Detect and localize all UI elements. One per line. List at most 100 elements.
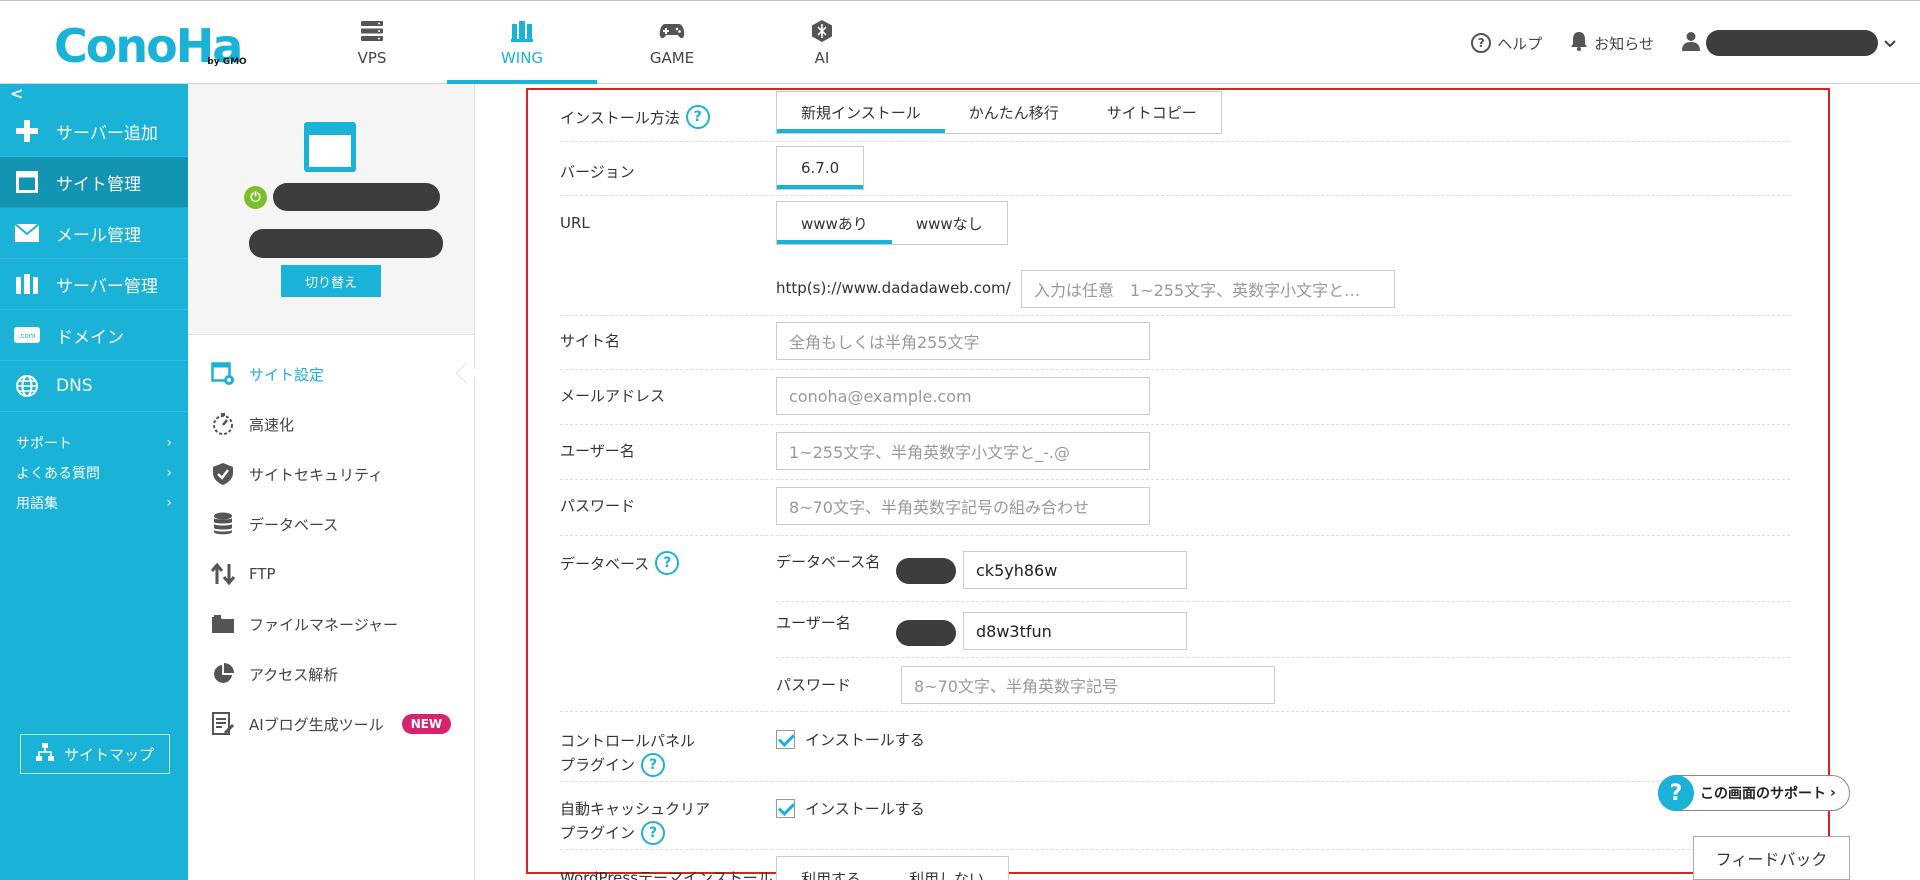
help-question-icon[interactable]: ? [655,551,680,575]
notice-link[interactable]: お知らせ [1570,31,1654,55]
transfer-icon [211,562,235,586]
label-text: ユーザー名 [560,441,635,460]
site-nav-database[interactable]: データベース [188,499,474,549]
seg-label: 新規インストール [801,104,921,122]
sidebar-item-label: サーバー追加 [56,123,158,144]
cp-plugin-checkbox[interactable]: インストールする [776,729,925,750]
chevron-left-icon: < [10,84,24,103]
site-summary: ⏻ 切り替え [188,84,474,335]
db-user-label: ユーザー名 [776,614,851,632]
placeholder-text: 1~255文字、半角英数字小文字と_-.@ [789,443,1070,462]
sidebar-item-site-manage[interactable]: サイト管理 [0,157,188,208]
url-with-www[interactable]: wwwあり [777,202,892,244]
url-without-www[interactable]: wwwなし [892,202,1007,244]
chevron-right-icon: › [1830,785,1836,801]
label-line-wrap: プラグイン? [560,753,695,777]
db-user-input[interactable]: d8w3tfun [963,612,1187,650]
install-method-copy[interactable]: サイトコピー [1083,92,1221,133]
help-question-icon[interactable]: ? [641,821,666,845]
db-password-input[interactable]: 8~70文字、半角英数字記号 [901,666,1275,704]
user-menu[interactable] [1682,30,1896,56]
row-divider [560,479,1790,480]
site-name-input[interactable]: 全角もしくは半角255文字 [776,322,1150,360]
checkbox-checked[interactable] [776,730,795,749]
speed-icon [211,412,235,436]
db-prefix-redacted [896,558,956,584]
row-divider [560,781,1790,782]
user-icon [1682,31,1700,55]
sidebar-collapse-button[interactable]: < [0,84,188,106]
site-nav-label: サイトセキュリティ [249,465,384,484]
username-input[interactable]: 1~255文字、半角英数字小文字と_-.@ [776,432,1150,470]
top-nav-label: AI [814,49,830,67]
notice-label: お知らせ [1594,34,1654,53]
screen-support-button[interactable]: ? この画面のサポート › [1658,775,1850,811]
site-nav-file-manager[interactable]: ファイルマネージャー [188,599,474,649]
sidebar-item-domain[interactable]: .com ドメイン [0,310,188,361]
username-label: ユーザー名 [560,435,635,465]
site-nav-label: データベース [249,515,339,534]
theme-use[interactable]: 利用する [777,857,885,880]
new-badge: NEW [401,714,452,734]
theme-not-use[interactable]: 利用しない [885,857,1008,880]
site-nav-settings[interactable]: サイト設定 [188,349,474,399]
header-right: ? ヘルプ お知らせ [1471,1,1896,85]
sidebar-link-glossary[interactable]: 用語集 › [0,488,188,518]
sidebar-item-mail[interactable]: メール管理 [0,208,188,259]
top-nav-vps[interactable]: VPS [297,1,447,85]
question-icon: ? [1658,775,1694,811]
row-divider [776,657,1790,658]
top-nav-label: GAME [649,49,695,67]
top-nav-ai[interactable]: AI [747,1,897,85]
cache-plugin-checkbox[interactable]: インストールする [776,798,925,819]
sidebar-item-server-manage[interactable]: サーバー管理 [0,259,188,310]
switch-label: 切り替え [304,275,357,291]
sidebar-item-label: メール管理 [56,225,141,246]
chevron-right-icon: › [166,435,172,451]
install-method-new[interactable]: 新規インストール [777,92,945,133]
sidebar-item-label: サーバー管理 [56,276,158,297]
top-nav-game[interactable]: GAME [597,1,747,85]
top-nav-wing[interactable]: WING [447,1,597,85]
url-path-input[interactable]: 入力は任意 1~255文字、英数字小文字と… [1021,270,1395,308]
top-header: ConoHa by GMO VPS WING GAME AI ? ヘルプ お知ら… [0,0,1920,85]
label-text: URL [560,214,590,232]
help-question-icon[interactable]: ? [685,105,710,129]
site-nav-ftp[interactable]: FTP [188,549,474,599]
password-input[interactable]: 8~70文字、半角英数字記号の組み合わせ [776,487,1150,525]
mail-icon [14,220,40,246]
feedback-button[interactable]: フィードバック [1693,836,1850,880]
site-nav-analytics[interactable]: アクセス解析 [188,649,474,699]
sidebar-item-dns[interactable]: DNS [0,361,188,412]
help-question-icon[interactable]: ? [641,753,666,777]
sidebar-link-faq[interactable]: よくある質問 › [0,458,188,488]
seg-label: かんたん移行 [968,104,1059,122]
input-value: d8w3tfun [976,621,1052,641]
row-divider [560,424,1790,425]
db-name-input[interactable]: ck5yh86w [963,551,1187,589]
site-nav-label: ファイルマネージャー [249,615,398,634]
help-link[interactable]: ? ヘルプ [1471,33,1542,54]
checkbox-checked[interactable] [776,799,795,818]
sitemap-button[interactable]: サイトマップ [20,734,170,774]
plus-icon [14,118,40,144]
chevron-right-icon: › [166,465,172,481]
site-nav-speed[interactable]: 高速化 [188,399,474,449]
site-nav-ai-blog[interactable]: AIブログ生成ツール NEW [188,699,474,749]
logo-sub: by GMO [207,57,247,67]
version-option[interactable]: 6.7.0 [777,147,864,189]
email-input[interactable]: conoha@example.com [776,377,1150,415]
site-nav-security[interactable]: サイトセキュリティ [188,449,474,499]
seg-label: wwwなし [915,214,983,233]
email-label: メールアドレス [560,380,665,410]
ai-icon [809,19,835,43]
sidebar-item-add-server[interactable]: サーバー追加 [0,106,188,157]
top-nav-label: WING [500,49,544,67]
window-icon [14,169,40,195]
switch-site-button[interactable]: 切り替え [281,265,381,297]
install-method-migrate[interactable]: かんたん移行 [945,92,1083,133]
sidebar-link-support[interactable]: サポート › [0,428,188,458]
conoha-logo[interactable]: ConoHa by GMO [54,15,247,69]
label-line: プラグイン [560,824,636,842]
left-sidebar: < サーバー追加 サイト管理 メール管理 サーバー管理 .com ドメイン DN… [0,84,188,880]
